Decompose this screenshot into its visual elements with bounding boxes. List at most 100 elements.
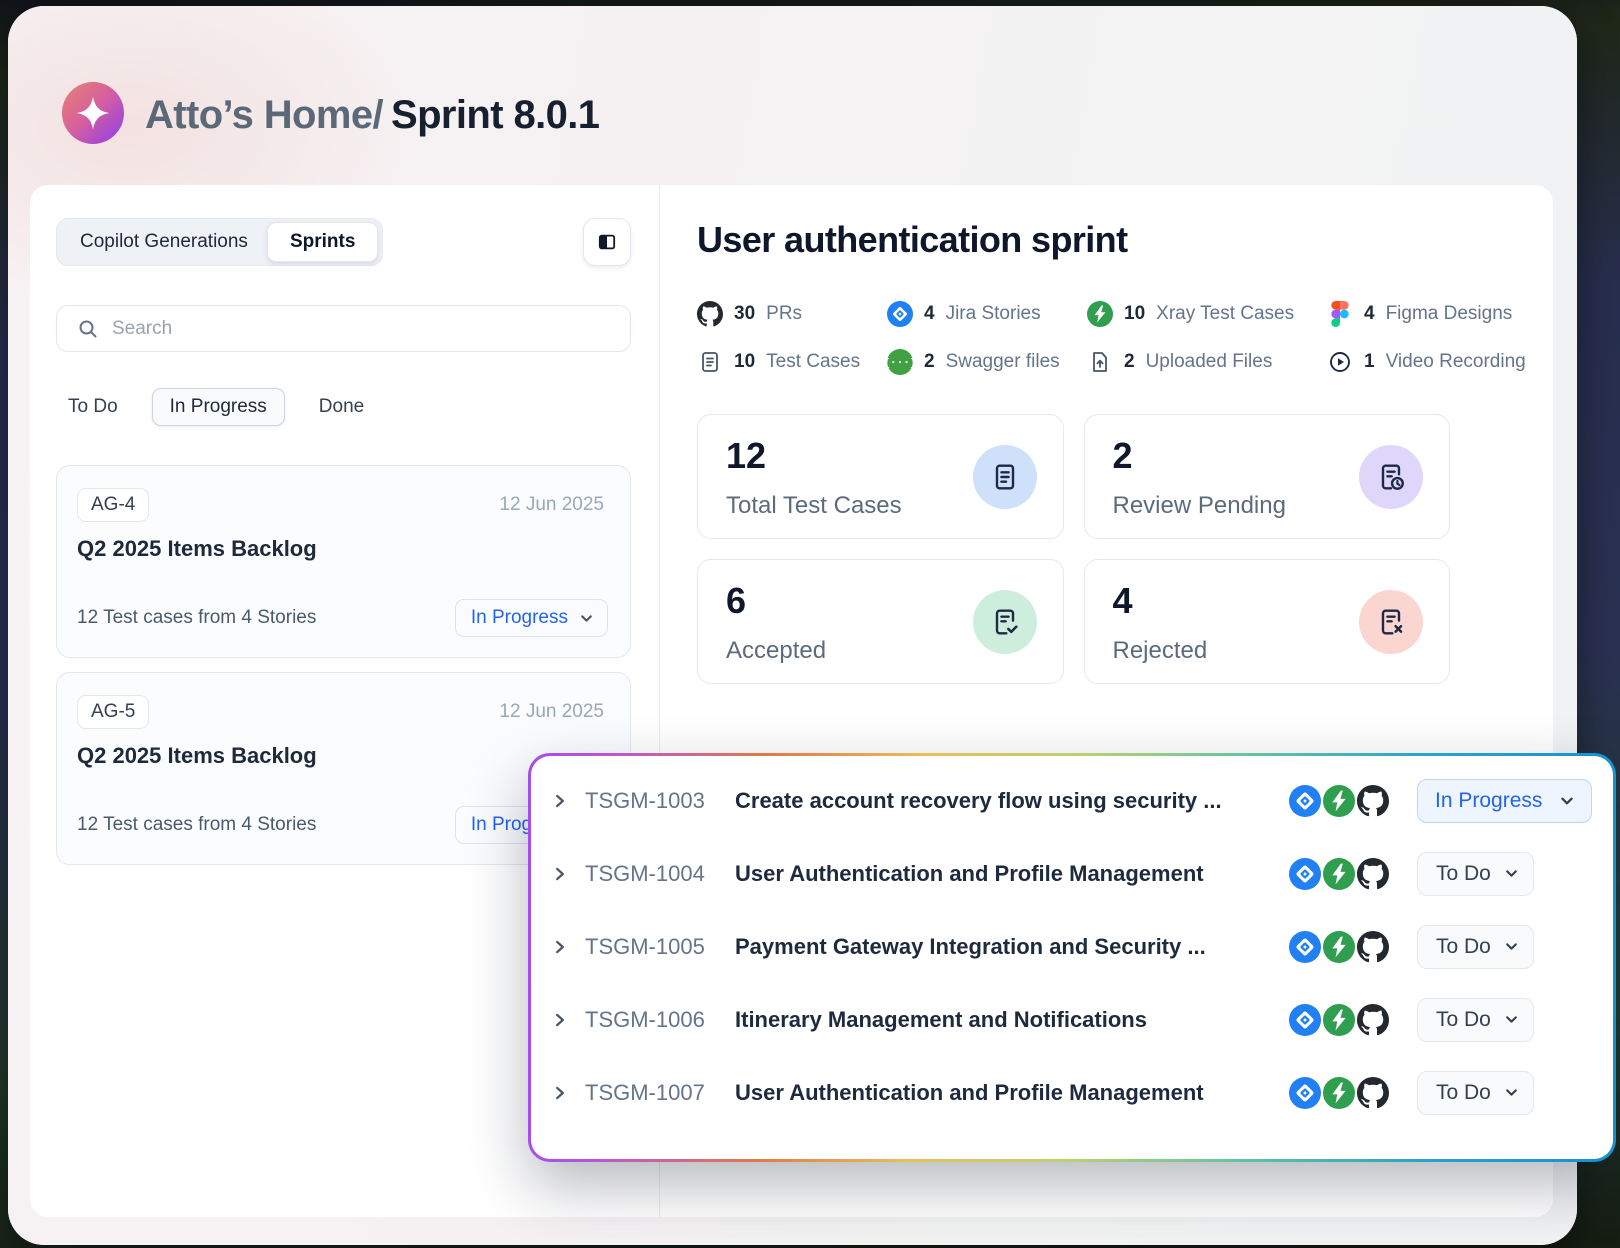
story-title: User Authentication and Profile Manageme… [735, 1080, 1289, 1106]
search-icon [77, 318, 99, 340]
story-id: TSGM-1006 [585, 1007, 735, 1033]
sparkle-icon [75, 95, 111, 131]
jira-icon [887, 301, 913, 327]
story-row[interactable]: TSGM-1006 Itinerary Management and Notif… [551, 992, 1592, 1048]
story-id: TSGM-1005 [585, 934, 735, 960]
tab-sprints[interactable]: Sprints [267, 222, 378, 262]
card-subtitle: 12 Test cases from 4 Stories [77, 814, 316, 836]
figma-icon [1327, 301, 1353, 327]
breadcrumb-home[interactable]: Atto’s Home/ [145, 93, 383, 137]
github-icon [697, 301, 723, 327]
stat-swagger-files: {···} 2Swagger files [887, 346, 1087, 378]
search-field[interactable] [56, 305, 631, 352]
card-title: Q2 2025 Items Backlog [77, 743, 608, 769]
tab-copilot-generations[interactable]: Copilot Generations [61, 231, 267, 253]
card-date: 12 Jun 2025 [499, 701, 604, 723]
doc-clock-icon [1359, 445, 1423, 509]
github-icon [1357, 1077, 1389, 1109]
xray-icon [1087, 301, 1113, 327]
story-list-overlay: TSGM-1003 Create account recovery flow u… [528, 753, 1616, 1162]
github-icon [1357, 1004, 1389, 1036]
jira-icon [1289, 931, 1321, 963]
sprint-stats: 30PRs 4Jira Stories 10Xray Test Cases [697, 298, 1553, 378]
jira-icon [1289, 785, 1321, 817]
story-source-icons [1289, 858, 1389, 890]
sidebar-toggle-button[interactable] [583, 218, 631, 266]
card-badge: AG-4 [77, 488, 149, 522]
story-source-icons [1289, 931, 1389, 963]
xray-icon [1323, 931, 1355, 963]
stat-uploaded-files: 2Uploaded Files [1087, 346, 1327, 378]
jira-icon [1289, 1077, 1321, 1109]
filter-done[interactable]: Done [307, 396, 376, 418]
story-row[interactable]: TSGM-1007 User Authentication and Profil… [551, 1065, 1592, 1121]
story-status-dropdown[interactable]: In Progress [1417, 779, 1592, 823]
chevron-down-icon [1504, 1085, 1519, 1100]
expand-chevron-icon[interactable] [551, 792, 585, 810]
stat-card-accepted: 6 Accepted [697, 559, 1064, 684]
jira-icon [1289, 858, 1321, 890]
card-date: 12 Jun 2025 [499, 494, 604, 516]
stat-test-cases: 10Test Cases [697, 346, 887, 378]
story-title: User Authentication and Profile Manageme… [735, 861, 1289, 887]
stat-card-total: 12 Total Test Cases [697, 414, 1064, 539]
expand-chevron-icon[interactable] [551, 1084, 585, 1102]
story-status-dropdown[interactable]: To Do [1417, 998, 1534, 1042]
stat-card-rejected: 4 Rejected [1084, 559, 1451, 684]
xray-icon [1323, 785, 1355, 817]
xray-icon [1323, 1004, 1355, 1036]
test-cases-icon [697, 349, 723, 375]
sprint-title: User authentication sprint [697, 218, 1553, 262]
story-status-dropdown[interactable]: To Do [1417, 925, 1534, 969]
upload-file-icon [1087, 349, 1113, 375]
expand-chevron-icon[interactable] [551, 865, 585, 883]
doc-x-icon [1359, 590, 1423, 654]
stat-jira-stories: 4Jira Stories [887, 298, 1087, 330]
story-source-icons [1289, 1004, 1389, 1036]
story-row[interactable]: TSGM-1004 User Authentication and Profil… [551, 846, 1592, 902]
app-logo [62, 82, 124, 144]
video-icon [1327, 349, 1353, 375]
stat-card-review-pending: 2 Review Pending [1084, 414, 1451, 539]
story-title: Create account recovery flow using secur… [735, 788, 1289, 814]
status-filters: To Do In Progress Done [56, 388, 631, 426]
card-subtitle: 12 Test cases from 4 Stories [77, 607, 316, 629]
story-list-panel: TSGM-1003 Create account recovery flow u… [531, 756, 1613, 1159]
chevron-down-icon [1559, 793, 1575, 809]
xray-icon [1323, 858, 1355, 890]
desktop: { "header": { "breadcrumb_home": "Atto’s… [0, 0, 1620, 1248]
xray-icon [1323, 1077, 1355, 1109]
filter-in-progress[interactable]: In Progress [152, 388, 285, 426]
stat-prs: 30PRs [697, 298, 887, 330]
github-icon [1357, 858, 1389, 890]
story-source-icons [1289, 785, 1389, 817]
card-status-dropdown[interactable]: In Progress [455, 599, 608, 637]
story-id: TSGM-1004 [585, 861, 735, 887]
expand-chevron-icon[interactable] [551, 938, 585, 956]
stat-video-recording: 1Video Recording [1327, 346, 1553, 378]
github-icon [1357, 785, 1389, 817]
filter-todo[interactable]: To Do [56, 396, 130, 418]
panel-toggle-icon [595, 230, 619, 254]
story-row[interactable]: TSGM-1005 Payment Gateway Integration an… [551, 919, 1592, 975]
card-badge: AG-5 [77, 695, 149, 729]
doc-check-icon [973, 590, 1037, 654]
story-row[interactable]: TSGM-1003 Create account recovery flow u… [551, 773, 1592, 829]
jira-icon [1289, 1004, 1321, 1036]
chevron-down-icon [1504, 866, 1519, 881]
expand-chevron-icon[interactable] [551, 1011, 585, 1029]
story-status-dropdown[interactable]: To Do [1417, 852, 1534, 896]
page-title: Atto’s Home/Sprint 8.0.1 [145, 93, 599, 138]
chevron-down-icon [1504, 1012, 1519, 1027]
stat-figma-designs: 4Figma Designs [1327, 298, 1553, 330]
story-id: TSGM-1003 [585, 788, 735, 814]
story-source-icons [1289, 1077, 1389, 1109]
search-input[interactable] [112, 318, 614, 340]
sprint-card-ag4[interactable]: AG-4 12 Jun 2025 Q2 2025 Items Backlog 1… [56, 465, 631, 658]
stat-xray-test-cases: 10Xray Test Cases [1087, 298, 1327, 330]
swagger-icon: {···} [887, 349, 913, 375]
chevron-down-icon [579, 611, 594, 626]
story-title: Itinerary Management and Notifications [735, 1007, 1289, 1033]
card-title: Q2 2025 Items Backlog [77, 536, 608, 562]
story-status-dropdown[interactable]: To Do [1417, 1071, 1534, 1115]
